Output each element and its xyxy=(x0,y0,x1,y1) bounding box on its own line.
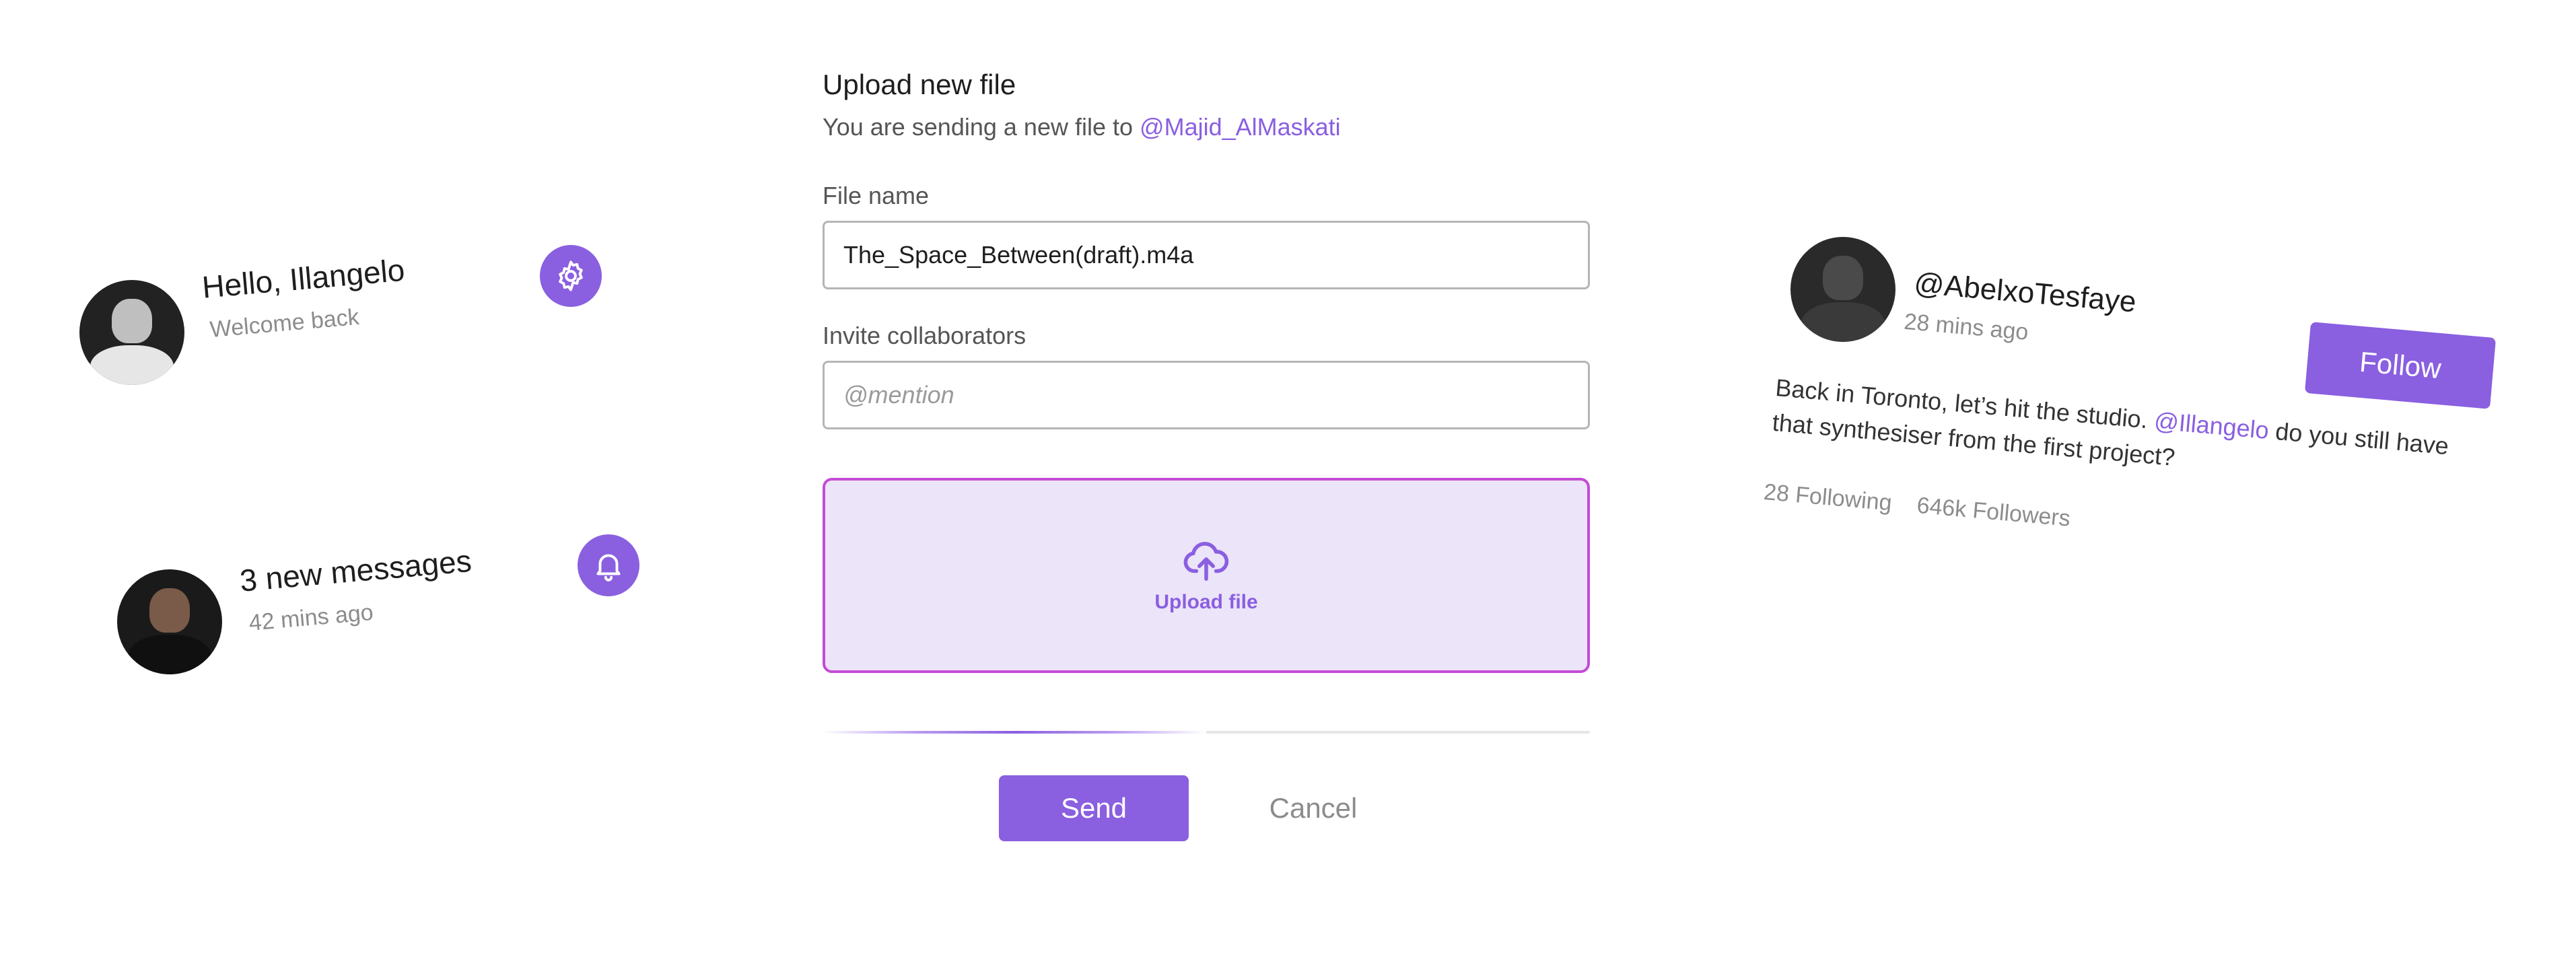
upload-progress-fill xyxy=(823,731,1206,734)
subtitle-text: You are sending a new file to xyxy=(823,113,1134,141)
avatar[interactable] xyxy=(79,280,184,385)
send-button[interactable]: Send xyxy=(999,775,1189,841)
messages-text-group: 3 new messages 42 mins ago xyxy=(238,542,477,637)
followers-count[interactable]: 646k Followers xyxy=(1916,493,2071,532)
upload-progress-bar xyxy=(823,731,1590,734)
upload-dropzone[interactable]: Upload file xyxy=(823,478,1590,673)
form-subtitle: You are sending a new file to @Majid_AlM… xyxy=(823,113,1341,141)
bell-icon xyxy=(596,554,621,581)
recipient-mention[interactable]: @Majid_AlMaskati xyxy=(1140,113,1341,141)
form-title: Upload new file xyxy=(823,69,1016,100)
avatar[interactable] xyxy=(117,569,222,674)
post-stats: 28 Following 646k Followers xyxy=(1763,479,2072,532)
upload-file-label: Upload file xyxy=(1154,591,1258,613)
settings-button[interactable] xyxy=(540,245,602,307)
greeting-title: Hello, Illangelo xyxy=(201,252,407,305)
post-body-mention[interactable]: @Illangelo xyxy=(2153,406,2270,444)
collaborators-label: Invite collaborators xyxy=(823,322,1026,349)
gear-icon xyxy=(559,260,583,291)
file-name-field[interactable] xyxy=(823,221,1590,289)
messages-time: 42 mins ago xyxy=(248,599,375,636)
greeting-subtitle: Welcome back xyxy=(209,304,361,343)
greeting-text-group: Hello, Illangelo Welcome back xyxy=(201,252,409,344)
post-header-group: @AbelxoTesfaye 28 mins ago xyxy=(1903,267,2138,355)
cloud-upload-icon xyxy=(1183,542,1229,581)
messages-title: 3 new messages xyxy=(238,542,473,598)
follow-button[interactable]: Follow xyxy=(2304,322,2497,409)
collaborators-input[interactable] xyxy=(823,361,1590,429)
post-handle[interactable]: @AbelxoTesfaye xyxy=(1913,267,2138,320)
following-count[interactable]: 28 Following xyxy=(1763,479,1893,516)
notifications-button[interactable] xyxy=(578,534,639,596)
cancel-button[interactable]: Cancel xyxy=(1236,775,1391,841)
avatar[interactable] xyxy=(1790,237,1895,342)
file-name-label: File name xyxy=(823,182,930,209)
